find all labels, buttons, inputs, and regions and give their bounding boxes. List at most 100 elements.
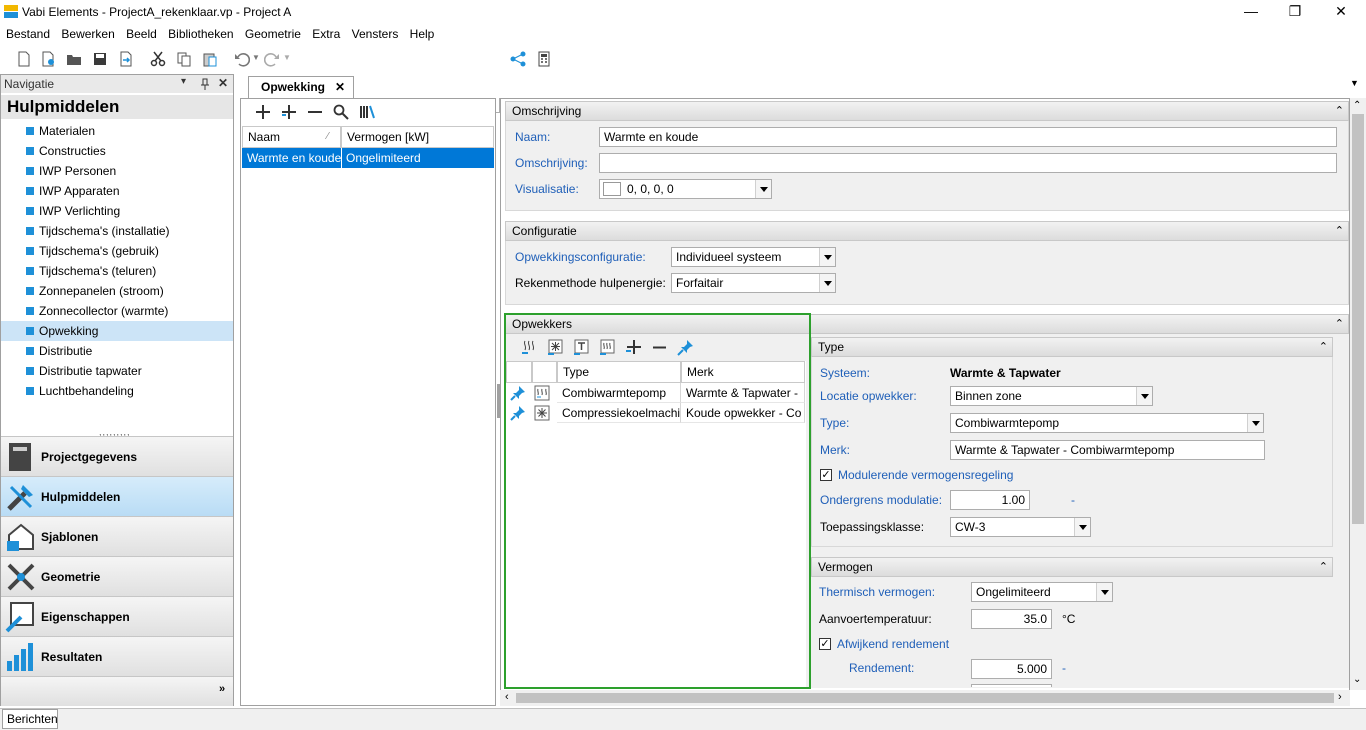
- chevron-double-down-icon[interactable]: »: [219, 683, 225, 695]
- toepassing-select[interactable]: CW-3: [950, 517, 1091, 537]
- nav-button-resultaten[interactable]: Resultaten: [1, 636, 233, 676]
- nav-button-geometrie[interactable]: Geometrie: [1, 556, 233, 596]
- pin-icon[interactable]: [200, 78, 210, 90]
- menu-geometrie[interactable]: Geometrie: [241, 24, 305, 44]
- minimize-button[interactable]: —: [1228, 0, 1274, 24]
- new-from-template-icon[interactable]: [40, 51, 56, 67]
- nav-button-eigenschappen[interactable]: Eigenschappen: [1, 596, 233, 636]
- sidebar-item-tijdschema-s-gebruik[interactable]: Tijdschema's (gebruik): [1, 241, 233, 261]
- redo-icon[interactable]: [264, 51, 280, 67]
- aanvoer-field[interactable]: 35.0: [971, 609, 1052, 629]
- afwijkend-checkbox[interactable]: ✓: [819, 638, 831, 650]
- nav-button-projectgegevens[interactable]: Projectgegevens: [1, 436, 233, 476]
- tab-close-icon[interactable]: ✕: [335, 77, 345, 97]
- tab-berichten[interactable]: Berichten: [2, 709, 58, 729]
- sidebar-item-iwp-verlichting[interactable]: IWP Verlichting: [1, 201, 233, 221]
- open-folder-icon[interactable]: [66, 51, 82, 67]
- splitter-handle[interactable]: [497, 384, 500, 418]
- horizontal-scrollbar[interactable]: ‹ ›: [500, 690, 1350, 706]
- thermisch-select[interactable]: Ongelimiteerd: [971, 582, 1113, 602]
- menu-help[interactable]: Help: [406, 24, 439, 44]
- sidebar-item-tijdschema-s-installatie[interactable]: Tijdschema's (installatie): [1, 221, 233, 241]
- scroll-up-icon[interactable]: ⌃: [1353, 100, 1361, 111]
- sidebar-item-materialen[interactable]: Materialen: [1, 121, 233, 141]
- copy-icon[interactable]: [176, 51, 192, 67]
- naam-field[interactable]: Warmte en koude: [599, 127, 1337, 147]
- menu-vensters[interactable]: Vensters: [348, 24, 403, 44]
- sidebar-item-iwp-apparaten[interactable]: IWP Apparaten: [1, 181, 233, 201]
- scroll-left-icon[interactable]: ‹: [505, 691, 509, 703]
- section-type-header[interactable]: Type ⌃: [811, 337, 1333, 357]
- section-omschrijving-header[interactable]: Omschrijving ⌃: [505, 101, 1349, 121]
- column-header-naam[interactable]: Naam ⁄: [242, 126, 341, 148]
- table-row[interactable]: Warmte en koude Ongelimiteerd: [242, 148, 494, 168]
- rekenmethode-select[interactable]: Forfaitair: [671, 273, 836, 293]
- sidebar-item-zonnepanelen-stroom[interactable]: Zonnepanelen (stroom): [1, 281, 233, 301]
- sidebar-item-zonnecollector-warmte[interactable]: Zonnecollector (warmte): [1, 301, 233, 321]
- vertical-scrollbar[interactable]: ⌃ ⌄: [1350, 98, 1366, 690]
- menu-extra[interactable]: Extra: [308, 24, 344, 44]
- nav-button-hulpmiddelen[interactable]: Hulpmiddelen: [1, 476, 233, 516]
- add-child-icon[interactable]: [281, 104, 297, 120]
- visualisatie-select[interactable]: 0, 0, 0, 0: [599, 179, 772, 199]
- collapse-icon[interactable]: ⌃: [1319, 338, 1328, 356]
- sidebar-item-luchtbehandeling[interactable]: Luchtbehandeling: [1, 381, 233, 401]
- sidebar-item-constructies[interactable]: Constructies: [1, 141, 233, 161]
- collapse-icon[interactable]: ⌃: [1335, 222, 1344, 240]
- share-icon[interactable]: [510, 51, 526, 67]
- paste-icon[interactable]: [202, 51, 218, 67]
- collapse-icon[interactable]: ⌃: [1335, 102, 1344, 120]
- restore-button[interactable]: ❐: [1272, 0, 1318, 24]
- remove-icon[interactable]: [307, 104, 323, 120]
- tab-list-dropdown-icon[interactable]: ▼: [1350, 78, 1359, 88]
- export-icon[interactable]: [118, 51, 134, 67]
- sidebar-item-iwp-personen[interactable]: IWP Personen: [1, 161, 233, 181]
- search-icon[interactable]: [333, 104, 349, 120]
- column-header-vermogen[interactable]: Vermogen [kW]: [341, 126, 494, 148]
- undo-dropdown-icon[interactable]: ▼: [252, 53, 260, 62]
- redo-dropdown-icon[interactable]: ▼: [283, 53, 291, 62]
- scroll-thumb-horizontal[interactable]: [516, 693, 1334, 703]
- cut-icon[interactable]: [150, 51, 166, 67]
- close-window-button[interactable]: ✕: [1318, 0, 1364, 24]
- opwekkers-highlight: [504, 313, 811, 689]
- sidebar-item-distributie[interactable]: Distributie: [1, 341, 233, 361]
- menu-beeld[interactable]: Beeld: [122, 24, 161, 44]
- locatie-select[interactable]: Binnen zone: [950, 386, 1153, 406]
- omschrijving-field[interactable]: [599, 153, 1337, 173]
- new-file-icon[interactable]: [16, 51, 32, 67]
- menu-bestand[interactable]: Bestand: [0, 24, 54, 44]
- collapse-icon[interactable]: ⌃: [1335, 315, 1344, 333]
- add-icon[interactable]: [255, 104, 271, 120]
- merk-field[interactable]: Warmte & Tapwater - Combiwarmtepomp: [950, 440, 1265, 460]
- ondergrens-field[interactable]: 1.00: [950, 490, 1030, 510]
- section-vermogen-title: Vermogen: [818, 560, 873, 574]
- tab-opwekking[interactable]: Opwekking ✕: [248, 76, 354, 98]
- section-vermogen-header[interactable]: Vermogen ⌃: [811, 557, 1333, 577]
- sidebar-item-tijdschema-s-teluren[interactable]: Tijdschema's (teluren): [1, 261, 233, 281]
- bullet-icon: [26, 267, 34, 275]
- collapse-icon[interactable]: ⌃: [1319, 558, 1328, 576]
- locatie-value: Binnen zone: [955, 389, 1022, 403]
- sidebar-item-distributie-tapwater[interactable]: Distributie tapwater: [1, 361, 233, 381]
- opwekkingsconfiguratie-select[interactable]: Individueel systeem: [671, 247, 836, 267]
- nav-dropdown-icon[interactable]: ▾: [181, 76, 186, 87]
- menu-bibliotheken[interactable]: Bibliotheken: [164, 24, 237, 44]
- save-icon[interactable]: [92, 51, 108, 67]
- scroll-right-icon[interactable]: ›: [1338, 691, 1342, 703]
- navigation-header: Navigatie ▾ ✕: [1, 75, 233, 93]
- nav-button-sjablonen[interactable]: Sjablonen: [1, 516, 233, 556]
- type-select[interactable]: Combiwarmtepomp: [950, 413, 1264, 433]
- rendement-field[interactable]: 5.000: [971, 659, 1052, 679]
- library-icon[interactable]: [359, 104, 377, 120]
- modulerend-checkbox[interactable]: ✓: [820, 469, 832, 481]
- scroll-thumb[interactable]: [1352, 114, 1364, 524]
- section-configuratie-header[interactable]: Configuratie ⌃: [505, 221, 1349, 241]
- scroll-down-icon[interactable]: ⌄: [1353, 674, 1361, 685]
- nav-close-icon[interactable]: ✕: [218, 76, 228, 90]
- sidebar-item-opwekking[interactable]: Opwekking: [1, 321, 233, 341]
- menu-bewerken[interactable]: Bewerken: [57, 24, 118, 44]
- nav-button-label: Projectgegevens: [41, 450, 138, 464]
- calculator-icon[interactable]: [536, 51, 552, 67]
- undo-icon[interactable]: [234, 51, 250, 67]
